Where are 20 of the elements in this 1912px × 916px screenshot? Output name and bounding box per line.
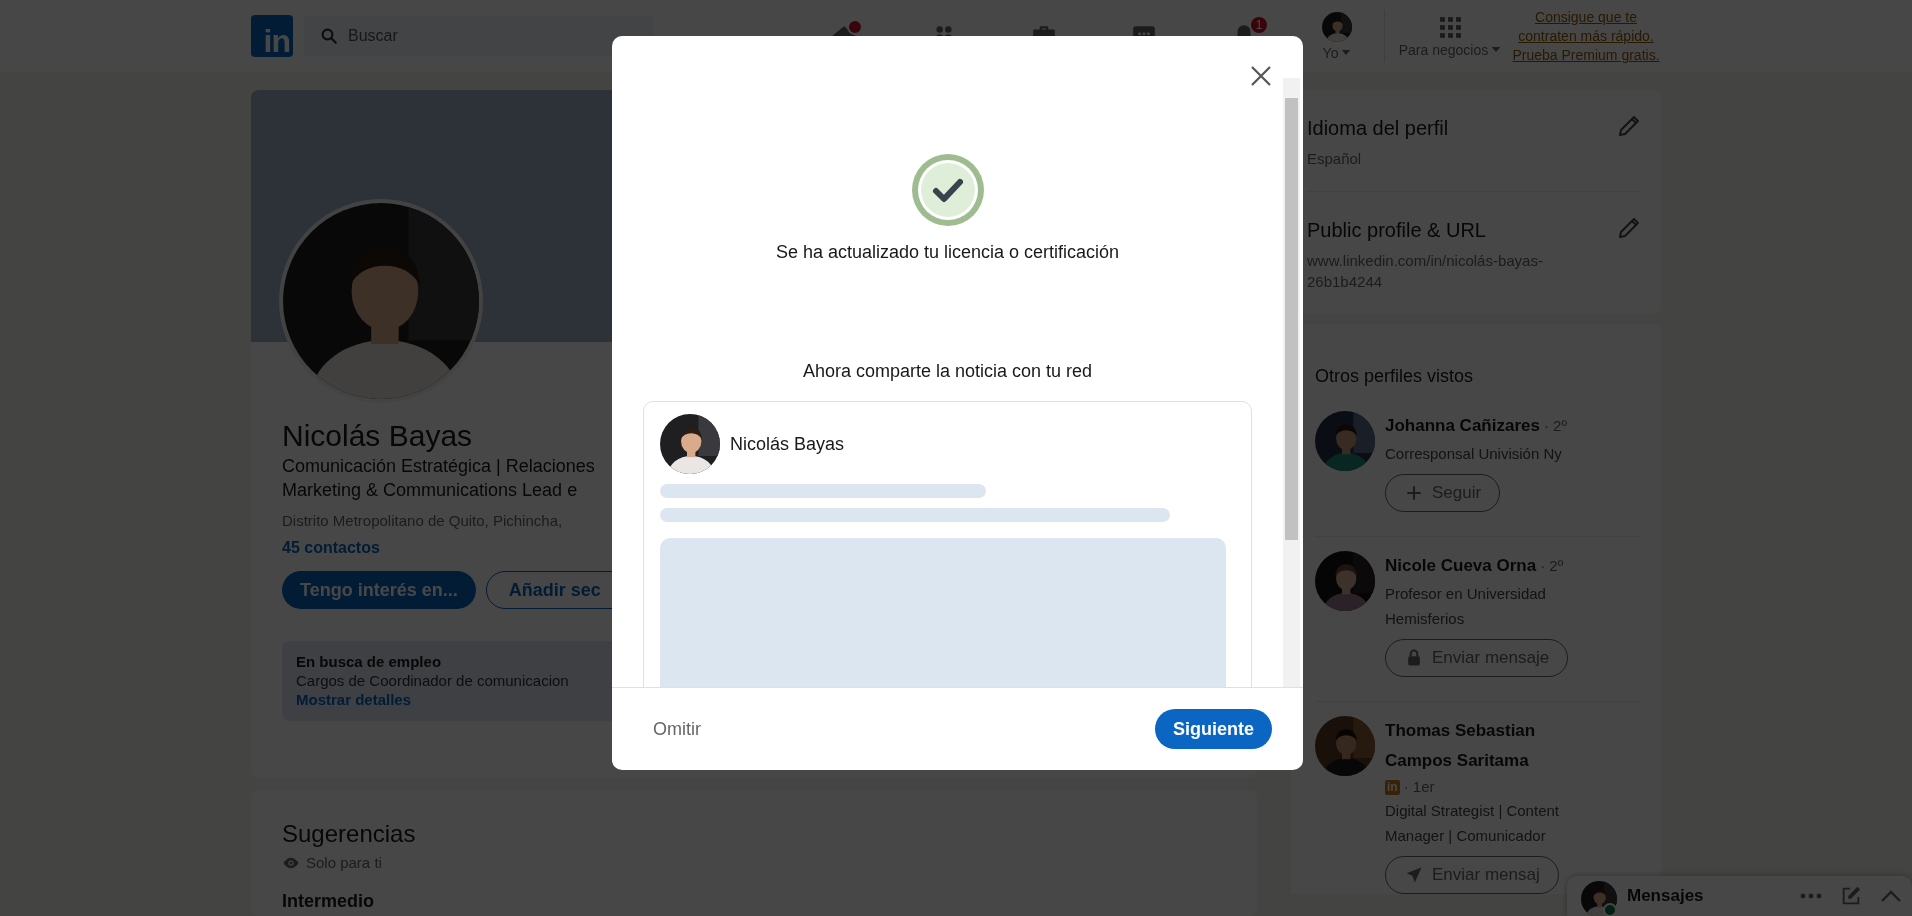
profile-headline: Comunicación Estratégica | Relaciones	[282, 455, 596, 478]
show-details-link[interactable]: Mostrar detalles	[296, 691, 412, 708]
success-message: Se ha actualizado tu licencia o certificación	[774, 242, 1121, 263]
profile-headline: Marketing & Communications Lead e	[282, 479, 579, 502]
profile-name: Nicolás Bayas	[282, 418, 473, 454]
section-title: Sugerencias	[282, 820, 417, 848]
setting-title: Idioma del perfil	[1307, 116, 1449, 141]
next-button[interactable]: Siguiente	[1155, 709, 1272, 749]
close-icon	[1250, 65, 1272, 87]
premium-link[interactable]: Consigue que te contraten más rápido. Prueba Premium gratis.	[1511, 7, 1661, 65]
setting-title: Public profile & URL	[1307, 218, 1487, 243]
success-check-icon	[911, 154, 984, 226]
author-name: Nicolás Bayas	[730, 433, 845, 455]
section-title: Otros perfiles vistos	[1315, 366, 1475, 387]
share-title: Ahora comparte la noticia con tu red	[801, 361, 1094, 382]
skip-button[interactable]: Omitir	[653, 718, 701, 740]
job-search-title: En busca de empleo	[296, 653, 443, 670]
connections-link[interactable]: 45 contactos	[282, 539, 380, 557]
subsection-title: Intermedio	[282, 891, 375, 912]
messaging-title: Mensajes	[1627, 886, 1705, 906]
